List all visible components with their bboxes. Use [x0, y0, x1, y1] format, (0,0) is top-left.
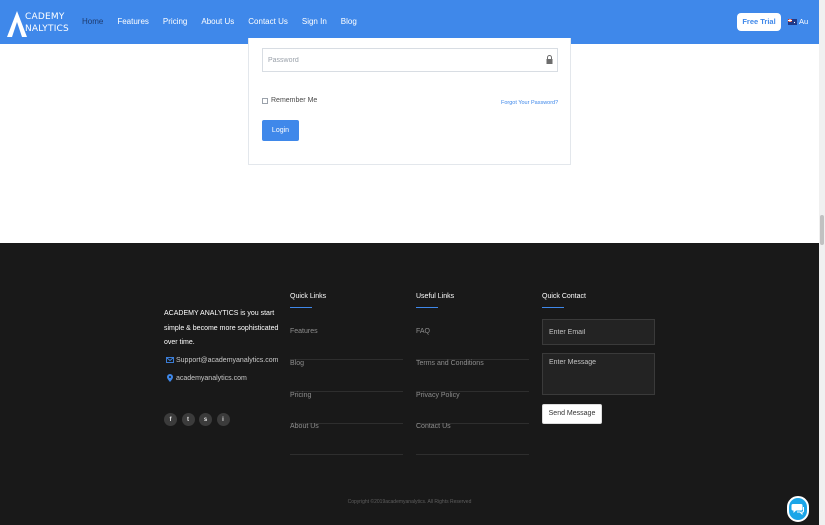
- academy-analytics-logo[interactable]: CADEMY NALYTICS: [6, 11, 69, 37]
- password-field[interactable]: [262, 48, 558, 72]
- useful-links-title: Useful Links: [416, 293, 455, 300]
- useful-links-underline: [416, 307, 438, 308]
- message-textarea[interactable]: [543, 354, 654, 394]
- link-label: Terms and Conditions: [416, 360, 484, 367]
- login-button[interactable]: Login: [262, 120, 299, 141]
- logo-text-line1: CADEMY: [25, 12, 65, 22]
- email-input[interactable]: [543, 320, 654, 344]
- link-label: Contact Us: [416, 423, 451, 430]
- support-email-text: Support@academyanalytics.com: [176, 356, 279, 364]
- map-pin-icon: [167, 374, 173, 382]
- footer-link-blog[interactable]: Blog: [290, 360, 403, 392]
- skype-icon[interactable]: s: [199, 413, 212, 426]
- lock-icon: [546, 55, 553, 64]
- australia-flag-icon: [788, 18, 797, 25]
- location-text: academyanalytics.com: [176, 374, 247, 382]
- quick-contact-underline: [542, 307, 564, 308]
- footer: [0, 243, 819, 525]
- facebook-icon[interactable]: f: [164, 413, 177, 426]
- nav-pricing-link[interactable]: Pricing: [163, 17, 187, 26]
- footer-link-pricing[interactable]: Pricing: [290, 392, 403, 424]
- quick-contact-title: Quick Contact: [542, 293, 586, 300]
- link-label: Pricing: [290, 392, 312, 399]
- page-scrollbar[interactable]: [819, 0, 825, 525]
- quick-links-title: Quick Links: [290, 293, 327, 300]
- forgot-password-link[interactable]: Forgot Your Password?: [501, 100, 558, 106]
- footer-link-terms[interactable]: Terms and Conditions: [416, 360, 529, 392]
- language-label: Au: [799, 17, 809, 26]
- language-selector[interactable]: Au: [788, 17, 808, 26]
- link-label: About Us: [290, 423, 319, 430]
- password-input[interactable]: [263, 49, 557, 72]
- free-trial-button[interactable]: Free Trial: [737, 13, 781, 31]
- copyright-text: Copyright ©2019academyanalytics. All Rig…: [347, 499, 472, 505]
- footer-link-features[interactable]: Features: [290, 328, 403, 360]
- envelope-icon: [166, 357, 174, 363]
- footer-link-about[interactable]: About Us: [290, 423, 403, 455]
- social-links: f t s i: [164, 413, 234, 426]
- quick-links-underline: [290, 307, 312, 308]
- instagram-icon[interactable]: i: [216, 413, 230, 426]
- nav-home-link[interactable]: Home: [82, 17, 103, 26]
- footer-link-faq[interactable]: FAQ: [416, 328, 529, 360]
- nav-features-link[interactable]: Features: [117, 17, 149, 26]
- remember-me-checkbox[interactable]: Remember Me: [262, 97, 317, 104]
- remember-me-label: Remember Me: [271, 97, 318, 104]
- footer-link-contact[interactable]: Contact Us: [416, 423, 529, 455]
- scrollbar-thumb[interactable]: [820, 215, 824, 245]
- link-label: Privacy Policy: [416, 392, 460, 399]
- chat-widget-button[interactable]: [787, 496, 809, 522]
- quick-contact-message-field[interactable]: [542, 353, 655, 395]
- footer-link-privacy[interactable]: Privacy Policy: [416, 392, 529, 424]
- link-label: Features: [290, 328, 318, 335]
- main-nav: Home Features Pricing About Us Contact U…: [82, 17, 371, 26]
- nav-contact-link[interactable]: Contact Us: [248, 17, 288, 26]
- nav-signin-link[interactable]: Sign In: [302, 17, 327, 26]
- nav-about-link[interactable]: About Us: [201, 17, 234, 26]
- footer-support-email[interactable]: Support@academyanalytics.com: [166, 356, 278, 364]
- checkbox-box[interactable]: [262, 97, 268, 104]
- send-message-button[interactable]: Send Message: [542, 404, 602, 424]
- twitter-icon[interactable]: t: [181, 413, 195, 426]
- logo-text-line2: NALYTICS: [25, 24, 69, 34]
- footer-about-text: ACADEMY ANALYTICS is you start simple & …: [164, 310, 279, 346]
- link-label: FAQ: [416, 328, 431, 335]
- nav-blog-link[interactable]: Blog: [341, 17, 357, 26]
- quick-contact-email-field[interactable]: [542, 319, 655, 345]
- chat-bubble-icon: [791, 504, 804, 515]
- footer-location: academyanalytics.com: [166, 374, 247, 382]
- link-label: Blog: [290, 360, 305, 367]
